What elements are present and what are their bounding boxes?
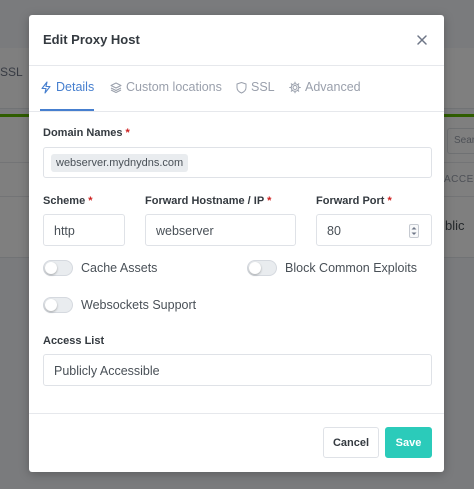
toggle-knob [45, 299, 57, 311]
forward-hostname-label: Forward Hostname / IP * [145, 195, 271, 207]
gear-icon [289, 81, 301, 94]
cache-assets-toggle[interactable] [43, 260, 73, 276]
close-icon [417, 35, 427, 45]
websockets-toggle-row[interactable]: Websockets Support [43, 297, 196, 313]
forward-hostname-value: webserver [156, 224, 214, 238]
forward-hostname-label-text: Forward Hostname / IP [145, 195, 264, 207]
required-mark: * [88, 195, 93, 207]
close-button[interactable] [411, 29, 433, 51]
access-list-label-text: Access List [43, 335, 105, 347]
websockets-toggle[interactable] [43, 297, 73, 313]
required-mark: * [125, 127, 130, 139]
tab-advanced-label: Advanced [305, 80, 361, 94]
toggle-knob [249, 262, 261, 274]
block-exploits-label: Block Common Exploits [285, 261, 417, 275]
port-spinner[interactable] [409, 224, 419, 238]
tab-ssl[interactable]: SSL [236, 80, 275, 111]
tab-details[interactable]: Details [40, 80, 95, 111]
scheme-value: http [54, 224, 75, 238]
block-exploits-toggle-row[interactable]: Block Common Exploits [247, 260, 417, 276]
domain-tag[interactable]: webserver.mydnydns.com [51, 154, 189, 172]
tab-custom-locations[interactable]: Custom locations [110, 80, 222, 111]
bolt-icon [41, 81, 51, 94]
modal-title: Edit Proxy Host [43, 32, 140, 47]
tab-advanced[interactable]: Advanced [289, 80, 361, 111]
spinner-arrows-icon [411, 227, 417, 235]
tab-ssl-label: SSL [251, 80, 275, 94]
tab-details-label: Details [56, 80, 95, 94]
required-mark: * [387, 195, 392, 207]
domain-names-label: Domain Names * [43, 127, 130, 139]
required-mark: * [267, 195, 272, 207]
forward-hostname-input[interactable]: webserver [145, 214, 296, 246]
forward-port-label: Forward Port * [316, 195, 392, 207]
access-list-label: Access List [43, 335, 104, 347]
modal-header: Edit Proxy Host [29, 15, 444, 66]
block-exploits-toggle[interactable] [247, 260, 277, 276]
cancel-button[interactable]: Cancel [323, 427, 379, 458]
edit-proxy-host-modal: Edit Proxy Host Details Custom locations… [29, 15, 444, 472]
scheme-label: Scheme * [43, 195, 93, 207]
save-button[interactable]: Save [385, 427, 432, 458]
access-list-select[interactable]: Publicly Accessible [43, 354, 432, 386]
forward-port-value: 80 [327, 224, 341, 238]
layers-icon [110, 82, 122, 93]
access-list-value: Publicly Accessible [54, 364, 160, 378]
forward-port-label-text: Forward Port [316, 195, 385, 207]
shield-icon [236, 82, 247, 94]
cache-assets-label: Cache Assets [81, 261, 158, 275]
forward-port-input[interactable]: 80 [316, 214, 432, 246]
websockets-label: Websockets Support [81, 298, 197, 312]
scheme-label-text: Scheme [43, 195, 86, 207]
domain-names-label-text: Domain Names [43, 127, 123, 139]
toggle-knob [45, 262, 57, 274]
cache-assets-toggle-row[interactable]: Cache Assets [43, 260, 157, 276]
tab-custom-locations-label: Custom locations [126, 80, 222, 94]
modal-tabs: Details Custom locations SSL Advanced [29, 66, 444, 112]
scheme-input[interactable]: http [43, 214, 125, 246]
footer-divider [29, 413, 444, 414]
domain-names-input[interactable]: webserver.mydnydns.com [43, 147, 432, 178]
